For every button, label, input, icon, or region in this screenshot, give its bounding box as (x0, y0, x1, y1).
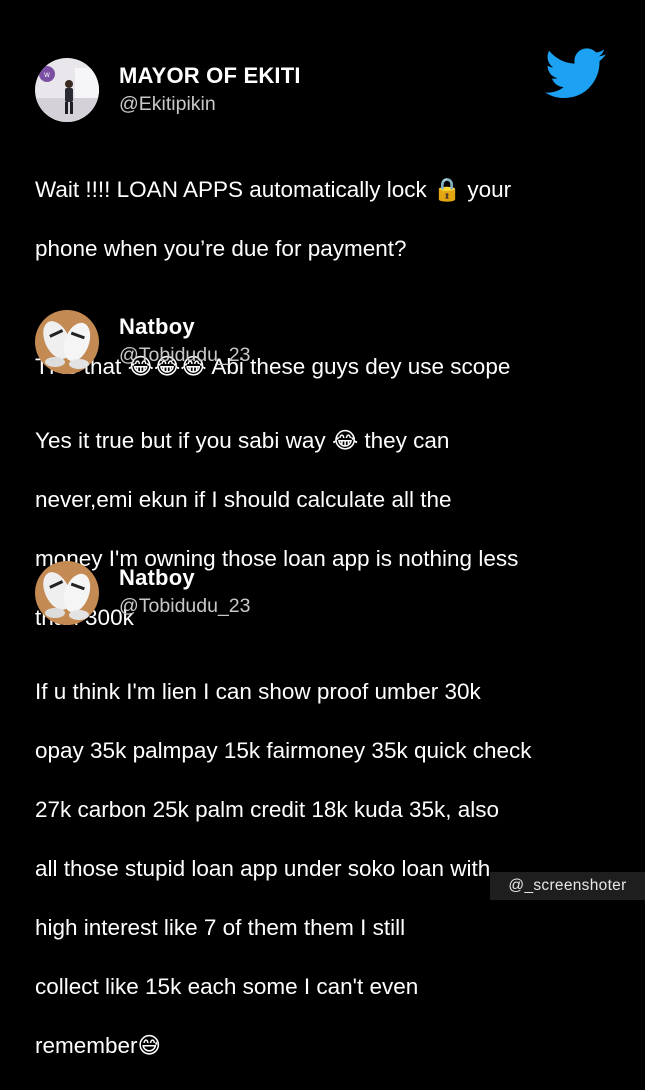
tweet-text: Wait !!!! LOAN APPS automatically lock 🔒… (35, 145, 615, 411)
tweet-text: If u think I'm lien I can show proof umb… (35, 647, 615, 1090)
user-handle[interactable]: @Ekitipikin (119, 93, 216, 116)
tweet-line: collect like 15k each some I can't even (35, 973, 419, 999)
avatar[interactable]: W (35, 58, 99, 122)
tweet-line: 27k carbon 25k palm credit 18k kuda 35k,… (35, 796, 500, 822)
display-name[interactable]: MAYOR OF EKITI (119, 63, 301, 89)
twitter-bird-icon (545, 48, 607, 100)
tweet-line: phone when you’re due for payment? (35, 235, 407, 261)
watermark-label: @_screenshoter (490, 872, 645, 900)
avatar[interactable] (35, 561, 99, 625)
tweet-line: never,emi ekun if I should calculate all… (35, 486, 452, 512)
avatar[interactable] (35, 310, 99, 374)
tweet-line: high interest like 7 of them them I stil… (35, 914, 406, 940)
display-name[interactable]: Natboy (119, 565, 195, 591)
tweet-line: opay 35k palmpay 15k fairmoney 35k quick… (35, 737, 532, 763)
svg-text:W: W (44, 72, 50, 79)
tweet-line: remember😅 (35, 1032, 161, 1058)
tweet-text: Yes it true but if you sabi way 😂 they c… (35, 396, 615, 662)
tweet-line: Yes it true but if you sabi way 😂 they c… (35, 427, 450, 453)
user-handle[interactable]: @Tobidudu_23 (119, 595, 250, 618)
tweet-line: Wait !!!! LOAN APPS automatically lock 🔒… (35, 176, 512, 202)
tweet-line: If u think I'm lien I can show proof umb… (35, 678, 481, 704)
user-handle[interactable]: @Tobidudu_23 (119, 344, 250, 367)
display-name[interactable]: Natboy (119, 314, 195, 340)
